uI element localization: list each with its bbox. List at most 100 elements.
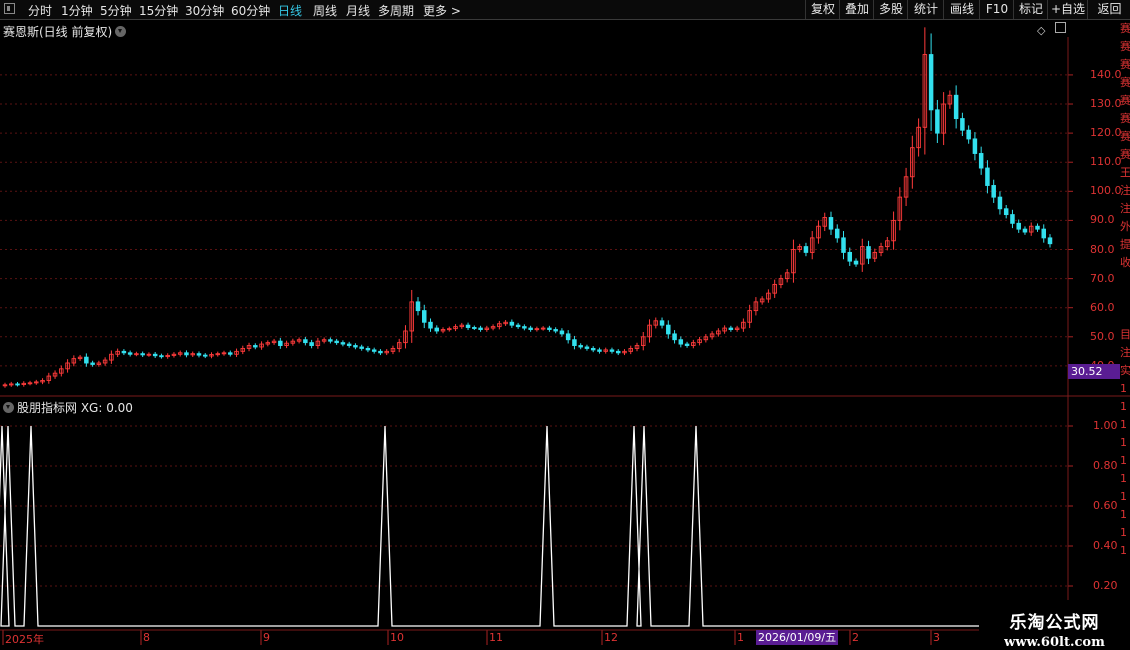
candle-body xyxy=(140,353,145,356)
candle-body xyxy=(428,321,433,329)
candle-body xyxy=(866,246,871,259)
candle-body xyxy=(378,350,383,354)
candle-body xyxy=(847,251,853,262)
candle-body xyxy=(509,321,515,326)
candle-body xyxy=(303,339,308,344)
kline-chart[interactable] xyxy=(0,0,1130,650)
candle-body xyxy=(202,354,208,357)
candle-body xyxy=(828,217,834,230)
candle-body xyxy=(353,345,358,348)
candle-body xyxy=(159,355,164,358)
strip-char: 赛 xyxy=(1120,58,1130,71)
candle-body xyxy=(434,327,440,332)
candle-body xyxy=(1047,237,1053,245)
strip-char: 赛 xyxy=(1120,148,1130,161)
candle-body xyxy=(553,329,558,332)
strip-char xyxy=(1120,272,1130,290)
xg-indicator-series xyxy=(0,425,1068,627)
current-price-tag: 30.52 xyxy=(1068,364,1120,379)
price-tick-label: 130.0 xyxy=(1090,97,1122,111)
sub-tick-label: 0.20 xyxy=(1093,579,1118,592)
price-tick-label: 80.0 xyxy=(1090,242,1115,256)
candle-body xyxy=(590,347,596,351)
candle-body xyxy=(1022,228,1028,233)
candle-body xyxy=(84,356,89,364)
candle-body xyxy=(359,346,364,349)
date-tick-label: 9 xyxy=(263,631,270,644)
strip-char: 1 xyxy=(1120,454,1127,467)
date-tick-label: 12 xyxy=(604,631,618,644)
candle-body xyxy=(346,343,352,346)
candle-body xyxy=(1003,208,1009,216)
date-tick-label: 2 xyxy=(852,631,859,644)
watermark: 乐淘公式网 www.60lt.com xyxy=(979,600,1130,650)
strip-char: 赛 xyxy=(1120,22,1130,35)
sub-tick-label: 1.00 xyxy=(1093,419,1118,432)
sub-panel-title[interactable]: 股朋指标网 XG: 0.00 xyxy=(3,399,133,416)
strip-char: 赛 xyxy=(1120,94,1130,107)
price-tick-label: 110.0 xyxy=(1090,155,1122,169)
candle-body xyxy=(672,333,677,341)
cursor-date-tag: 2026/01/09/五 xyxy=(756,630,839,645)
candle-body xyxy=(978,153,984,169)
sub-tick-label: 0.80 xyxy=(1093,459,1118,472)
strip-char: 1 xyxy=(1120,508,1127,521)
candle-body xyxy=(666,324,671,335)
date-tick-label: 2025年 xyxy=(5,633,44,646)
strip-char: 1 xyxy=(1120,382,1127,395)
candle-body xyxy=(528,327,533,330)
candle-body xyxy=(803,246,809,253)
candlestick-series xyxy=(2,27,1053,388)
strip-char: 赛 xyxy=(1120,130,1130,143)
price-tick-label: 120.0 xyxy=(1090,126,1122,140)
candle-body xyxy=(966,129,971,140)
strip-char xyxy=(1120,290,1130,308)
candle-body xyxy=(152,353,158,357)
watermark-url: www.60lt.com xyxy=(1004,635,1105,650)
candle-body xyxy=(609,349,615,352)
candle-body xyxy=(615,350,621,354)
date-tick-label: 11 xyxy=(489,631,503,644)
watermark-title: 乐淘公式网 xyxy=(1009,613,1100,633)
candle-body xyxy=(515,324,521,328)
date-tick-label: 10 xyxy=(390,631,404,644)
candle-body xyxy=(985,167,990,186)
candle-body xyxy=(309,342,314,346)
candle-body xyxy=(253,345,258,348)
candle-body xyxy=(565,333,571,341)
strip-char: 1 xyxy=(1120,418,1127,431)
candle-body xyxy=(121,350,127,354)
strip-char: 1 xyxy=(1120,400,1127,413)
candle-body xyxy=(559,330,565,335)
candle-body xyxy=(1041,228,1046,239)
candle-body xyxy=(422,310,427,323)
candle-body xyxy=(1016,222,1021,230)
strip-char: 实 xyxy=(1120,364,1130,377)
date-tick-label: 3 xyxy=(933,631,940,644)
candle-body xyxy=(1010,214,1015,224)
candle-body xyxy=(684,343,690,346)
candle-body xyxy=(127,352,133,355)
candle-body xyxy=(228,352,233,355)
candle-body xyxy=(853,260,859,265)
strip-char: 目 xyxy=(1120,328,1130,341)
candle-body xyxy=(328,339,333,342)
candle-body xyxy=(584,346,590,349)
strip-char: 收 xyxy=(1120,256,1130,269)
strip-char: 赛 xyxy=(1120,40,1130,53)
price-tick-label: 60.0 xyxy=(1090,300,1115,314)
strip-char: 1 xyxy=(1120,544,1127,557)
price-tick-label: 50.0 xyxy=(1090,329,1115,343)
strip-char: 注 xyxy=(1120,346,1130,359)
candle-body xyxy=(928,54,934,111)
strip-char xyxy=(1120,308,1130,326)
strip-char: 1 xyxy=(1120,436,1127,449)
candle-body xyxy=(196,353,202,356)
candle-body xyxy=(991,185,996,198)
candle-body xyxy=(15,383,20,386)
strip-char: 提 xyxy=(1120,238,1130,251)
candle-body xyxy=(834,228,840,239)
price-tick-label: 140.0 xyxy=(1090,67,1122,81)
candle-body xyxy=(728,327,734,330)
chevron-down-icon[interactable] xyxy=(3,402,14,413)
